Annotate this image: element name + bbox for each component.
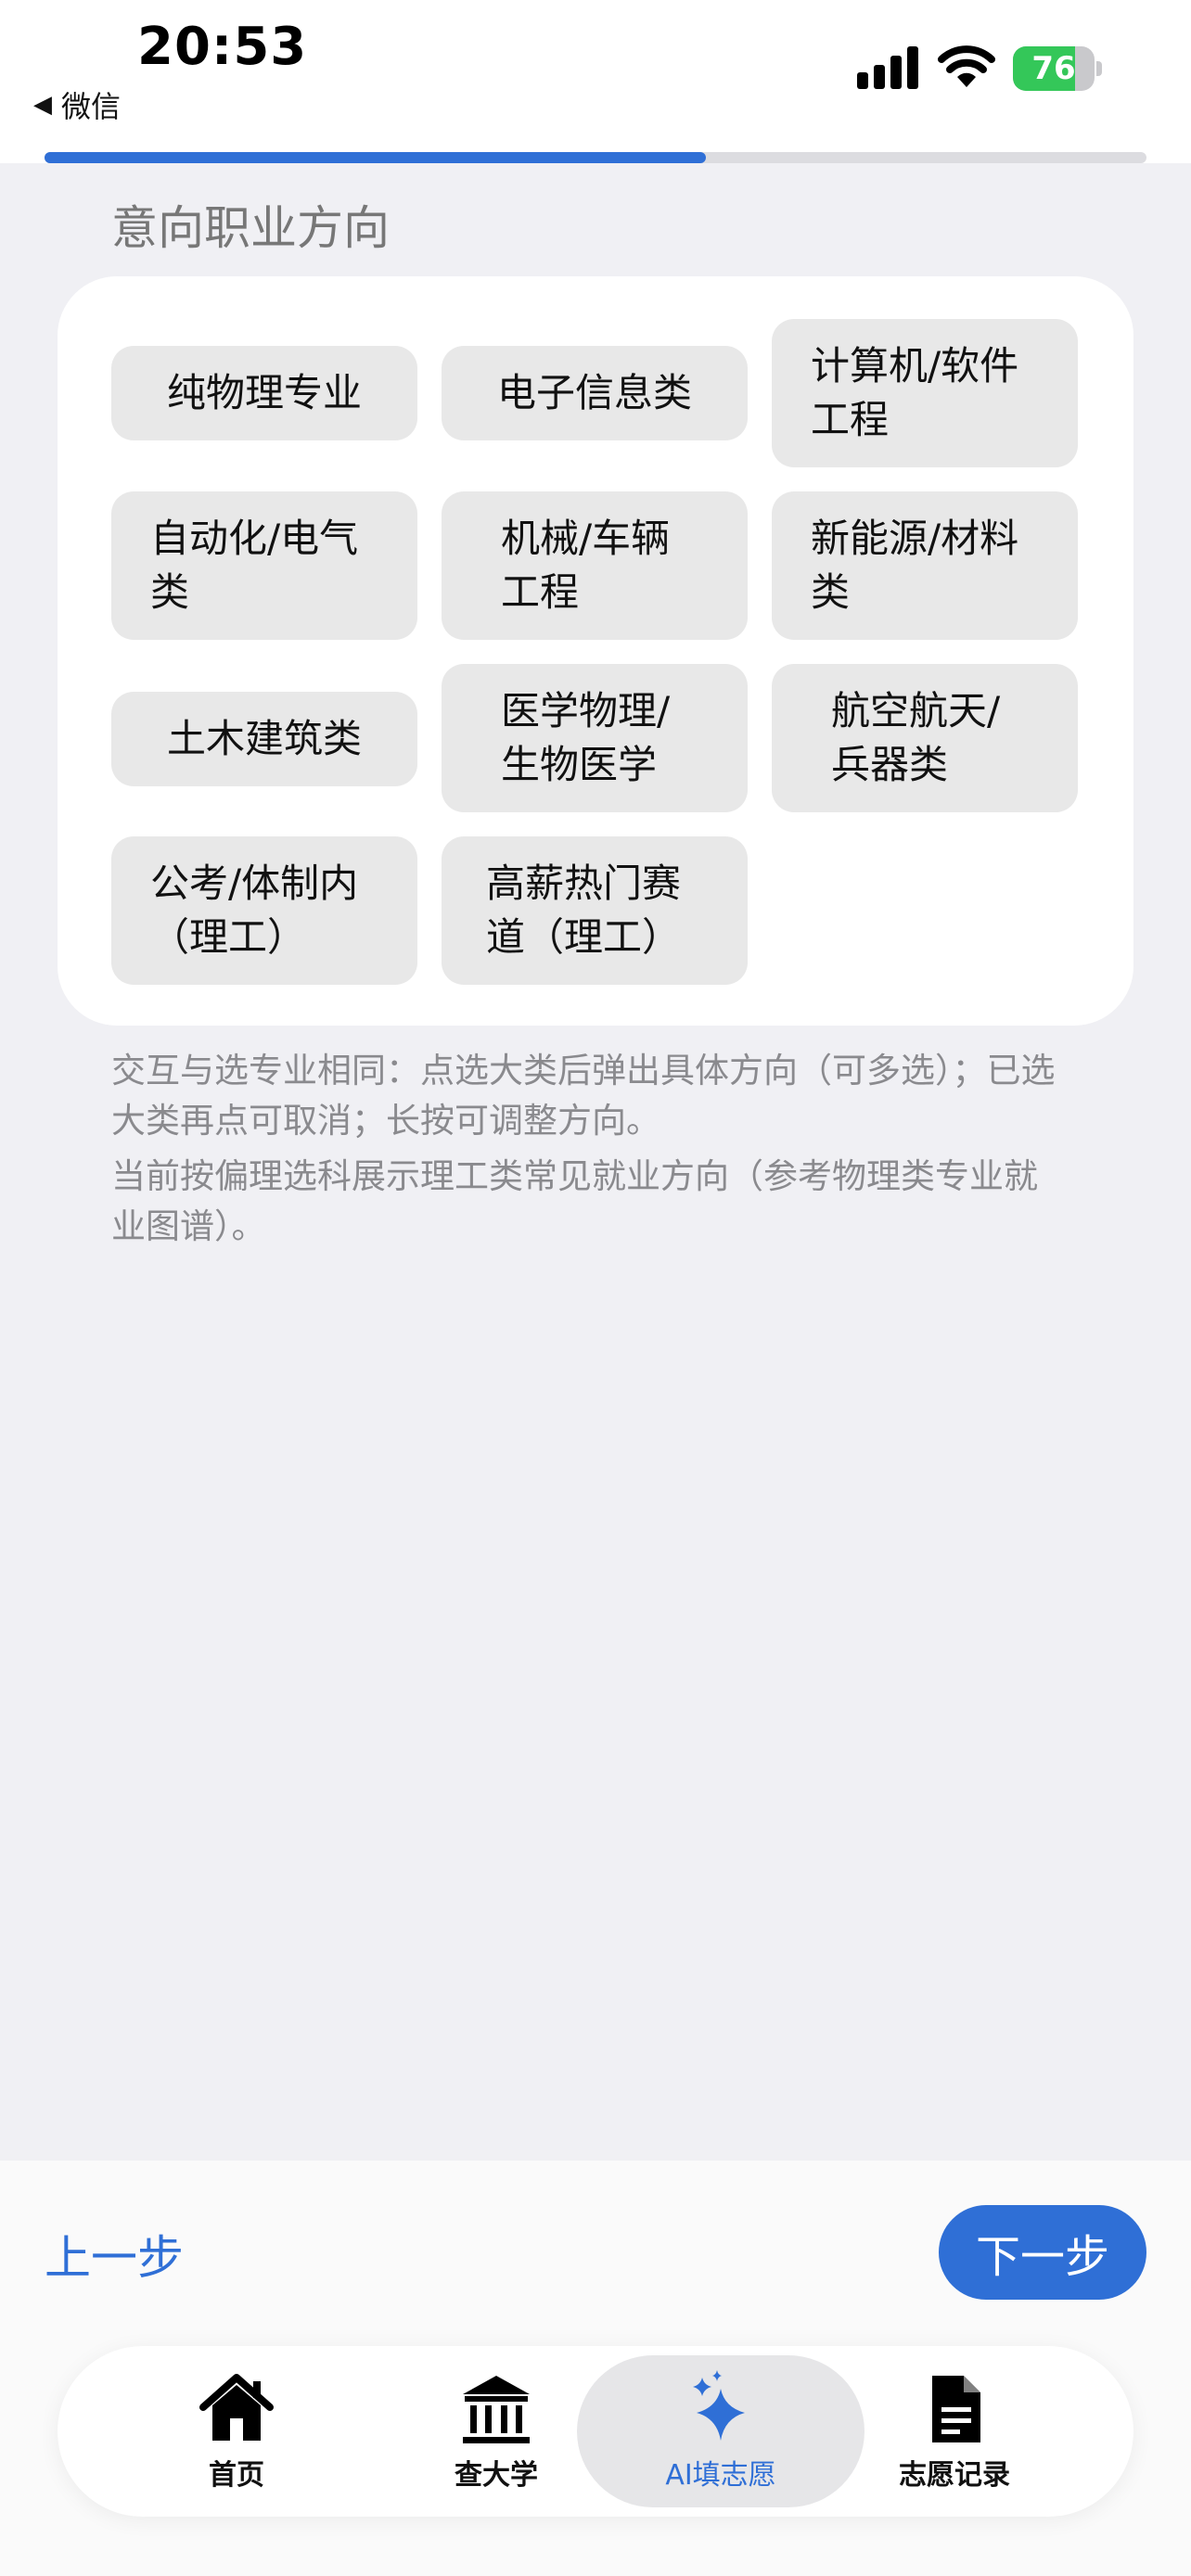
tab-records[interactable]: 志愿记录 xyxy=(811,2355,1098,2507)
home-icon xyxy=(199,2374,274,2441)
step-progress-fill xyxy=(45,152,706,163)
next-step-button[interactable]: 下一步 xyxy=(939,2205,1146,2300)
tab-label: 首页 xyxy=(209,2459,264,2492)
status-time: 20:53 xyxy=(137,17,308,77)
option-chip[interactable]: 航空航天/兵器类 xyxy=(772,664,1078,812)
cellular-signal-icon xyxy=(857,46,920,89)
option-chip[interactable]: 土木建筑类 xyxy=(111,692,417,786)
battery-level: 76 xyxy=(1031,50,1076,87)
career-options-card: 纯物理专业 电子信息类 计算机/软件工程 自动化/电气类 机械/车辆工程 新能源… xyxy=(58,276,1133,1026)
option-chip[interactable]: 高薪热门赛道（理工） xyxy=(442,836,748,985)
back-to-wechat-link[interactable]: ◀ 微信 xyxy=(33,83,121,126)
tab-label: AI填志愿 xyxy=(665,2459,776,2492)
back-triangle-icon: ◀ xyxy=(33,91,52,119)
option-chip[interactable]: 新能源/材料类 xyxy=(772,491,1078,640)
section-title: 意向职业方向 xyxy=(111,201,390,255)
tab-home[interactable]: 首页 xyxy=(93,2355,380,2507)
tab-label: 志愿记录 xyxy=(899,2459,1010,2492)
option-chip[interactable]: 机械/车辆工程 xyxy=(442,491,748,640)
university-icon xyxy=(463,2376,530,2443)
option-chip[interactable]: 计算机/软件工程 xyxy=(772,319,1078,467)
sparkles-icon xyxy=(693,2370,745,2441)
tab-bar: 首页 查大学 AI填志愿 志愿记录 xyxy=(58,2346,1133,2517)
step-progress-bar xyxy=(45,152,1146,163)
option-chip[interactable]: 自动化/电气类 xyxy=(111,491,417,640)
document-icon xyxy=(932,2376,980,2442)
back-app-label: 微信 xyxy=(61,89,122,124)
option-chip[interactable]: 公考/体制内（理工） xyxy=(111,836,417,985)
scope-hint: 当前按偏理选科展示理工类常见就业方向（参考物理类专业就业图谱）。 xyxy=(111,1156,1038,1246)
status-bar: 20:53 ◀ 微信 76 xyxy=(0,0,1191,163)
option-chip[interactable]: 纯物理专业 xyxy=(111,346,417,440)
wifi-icon xyxy=(938,45,995,87)
option-chip[interactable]: 医学物理/生物医学 xyxy=(442,664,748,812)
interaction-hint: 交互与选专业相同：点选大类后弹出具体方向（可多选）；已选大类再点可取消；长按可调… xyxy=(111,1051,1056,1141)
prev-step-button[interactable]: 上一步 xyxy=(45,2221,184,2288)
option-chip[interactable]: 电子信息类 xyxy=(442,346,748,440)
tab-label: 查大学 xyxy=(455,2459,538,2492)
battery-indicator: 76 xyxy=(1013,46,1102,91)
